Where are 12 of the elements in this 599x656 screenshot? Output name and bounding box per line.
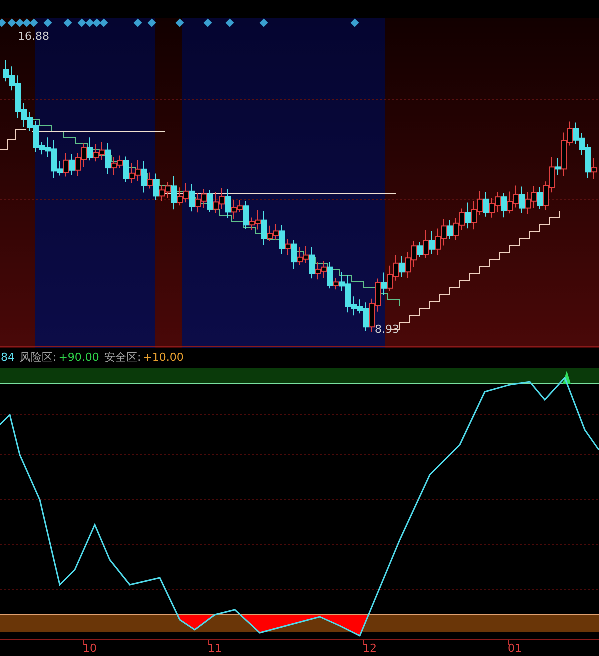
zone-label: 风险区: bbox=[20, 351, 57, 364]
zone-value: +90.00 bbox=[58, 351, 100, 364]
low-price-label: 8.93 bbox=[375, 323, 400, 336]
indicator-value-cut: 84 bbox=[1, 351, 15, 364]
month-label: 01 bbox=[508, 642, 522, 655]
month-label: 10 bbox=[83, 642, 97, 655]
zone-value: +10.00 bbox=[143, 351, 184, 364]
peak-marker-icon bbox=[563, 371, 571, 384]
month-label: 12 bbox=[363, 642, 377, 655]
high-price-label: 16.88 bbox=[18, 30, 50, 43]
zone-label: 安全区: bbox=[104, 351, 142, 364]
month-label: 11 bbox=[208, 642, 222, 655]
